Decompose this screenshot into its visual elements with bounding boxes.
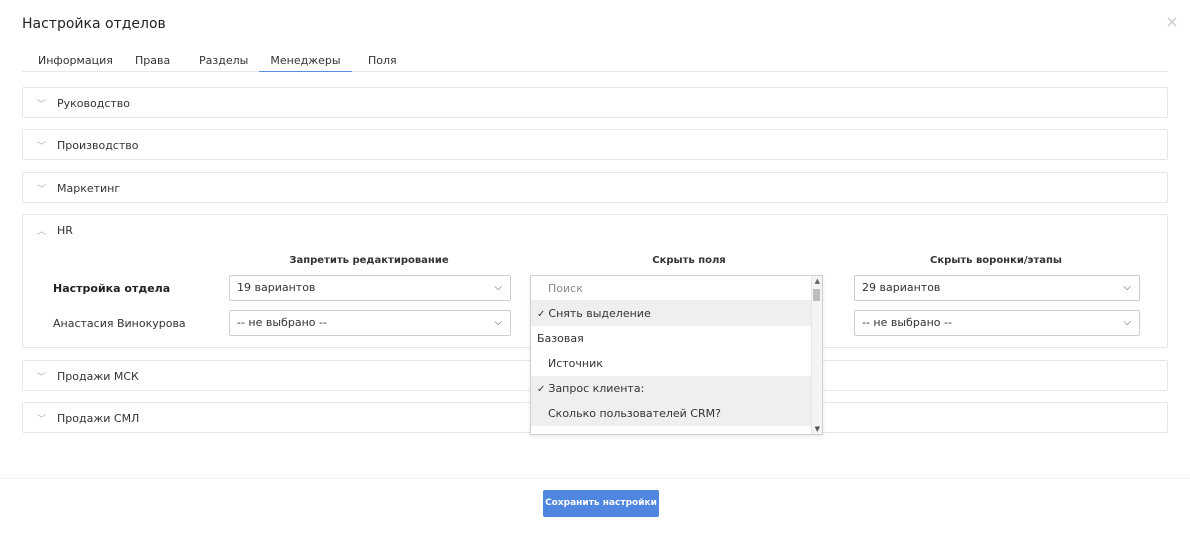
department-title: Производство (57, 138, 139, 152)
department-header[interactable]: ﹀ Маркетинг (23, 173, 1167, 203)
chevron-down-icon: ⌵ (1123, 282, 1131, 293)
department-panel: ﹀ Руководство (22, 87, 1168, 118)
department-header[interactable]: ︿ HR (23, 215, 1167, 245)
row-label-department-settings: Настройка отдела (53, 282, 171, 295)
department-title: Руководство (57, 96, 131, 110)
tab-bar: Информация Права Разделы Менеджеры Поля (22, 50, 1168, 72)
tab-sections[interactable]: Разделы (199, 54, 248, 72)
modal-title: Настройка отделов (22, 16, 166, 32)
close-icon[interactable]: × (1164, 14, 1180, 30)
column-header-hide-fields: Скрыть поля (652, 255, 726, 266)
chevron-down-icon: ⌵ (494, 282, 502, 293)
row-label-manager: Анастасия Винокурова (53, 317, 186, 330)
dropdown-item-deselect[interactable]: ✓ Снять выделение (531, 301, 822, 326)
tab-info[interactable]: Информация (38, 54, 113, 72)
check-icon: ✓ (537, 384, 546, 395)
dropdown-item-source[interactable]: Источник (531, 351, 822, 376)
save-settings-button[interactable]: Сохранить настройки (543, 490, 659, 517)
tab-rights[interactable]: Права (135, 54, 170, 72)
hide-funnels-select[interactable]: 29 вариантов ⌵ (854, 275, 1140, 301)
department-title: HR (57, 223, 73, 237)
scroll-up-icon[interactable]: ▲ (815, 277, 820, 285)
footer-divider (0, 478, 1190, 479)
scrollbar-thumb[interactable] (813, 289, 820, 301)
dropdown-item-partial[interactable]: П (531, 426, 822, 434)
forbid-edit-select[interactable]: -- не выбрано -- ⌵ (229, 310, 511, 336)
chevron-down-icon: ﹀ (37, 99, 47, 110)
hide-fields-dropdown[interactable]: Поиск ✓ Снять выделение Базовая Источник … (530, 275, 823, 435)
department-panel: ﹀ Производство (22, 129, 1168, 160)
select-value: -- не выбрано -- (862, 316, 952, 329)
dropdown-group-client-request[interactable]: ✓ Запрос клиента: (531, 376, 822, 401)
column-header-hide-funnels: Скрыть воронки/этапы (930, 255, 1062, 266)
chevron-up-icon: ︿ (37, 226, 47, 237)
department-title: Продажи МСК (57, 369, 139, 383)
dropdown-item-label: Снять выделение (548, 307, 651, 320)
dropdown-search-input[interactable]: Поиск (531, 276, 822, 301)
check-icon: ✓ (537, 309, 546, 320)
column-header-forbid-edit: Запретить редактирование (289, 255, 449, 266)
chevron-down-icon: ﹀ (37, 184, 47, 195)
scroll-down-icon[interactable]: ▼ (815, 425, 820, 433)
hide-funnels-select[interactable]: -- не выбрано -- ⌵ (854, 310, 1140, 336)
department-panel: ﹀ Маркетинг (22, 172, 1168, 203)
dropdown-item-crm-users[interactable]: Сколько пользователей CRM? (531, 401, 822, 426)
department-title: Маркетинг (57, 181, 121, 195)
chevron-down-icon: ﹀ (37, 414, 47, 425)
dropdown-item-label: Сколько пользователей CRM? (548, 407, 721, 420)
select-value: 19 вариантов (237, 281, 316, 294)
department-header[interactable]: ﹀ Руководство (23, 88, 1167, 118)
dropdown-item-label: Базовая (537, 332, 584, 345)
chevron-down-icon: ﹀ (37, 141, 47, 152)
dropdown-item-label: Источник (548, 357, 603, 370)
chevron-down-icon: ⌵ (494, 317, 502, 328)
chevron-down-icon: ⌵ (1123, 317, 1131, 328)
forbid-edit-select[interactable]: 19 вариантов ⌵ (229, 275, 511, 301)
select-value: -- не выбрано -- (237, 316, 327, 329)
dropdown-group-basic: Базовая (531, 326, 822, 351)
select-value: 29 вариантов (862, 281, 941, 294)
dropdown-item-label: П (548, 432, 556, 434)
department-title: Продажи СМЛ (57, 411, 140, 425)
tab-managers[interactable]: Менеджеры (259, 54, 352, 72)
tab-fields[interactable]: Поля (368, 54, 397, 72)
department-header[interactable]: ﹀ Производство (23, 130, 1167, 160)
dropdown-item-label: Запрос клиента: (548, 382, 645, 395)
chevron-down-icon: ﹀ (37, 372, 47, 383)
